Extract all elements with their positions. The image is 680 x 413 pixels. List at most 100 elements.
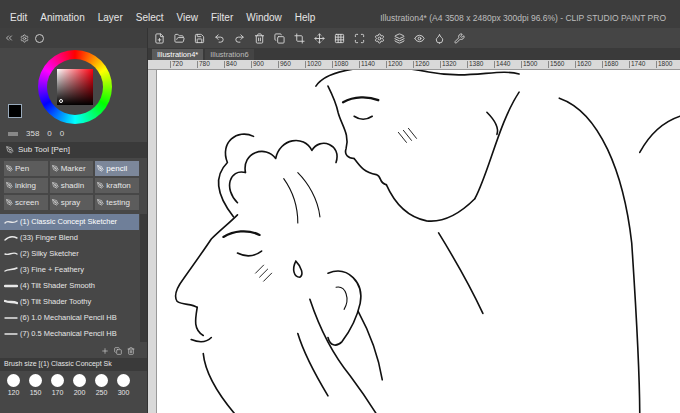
menu-item[interactable]: Window xyxy=(246,10,282,25)
brush-stroke-icon xyxy=(4,232,18,244)
toolbar-icon[interactable] xyxy=(374,33,385,44)
toolbar-icon[interactable] xyxy=(274,33,285,44)
tool-group-button[interactable]: testing xyxy=(95,195,139,210)
add-icon[interactable] xyxy=(101,347,109,355)
ruler-mark: 840 xyxy=(224,61,251,68)
horizontal-ruler: 7207808409009601020108011401200126013201… xyxy=(148,60,680,70)
brush-size-header: Brush size [(1) Classic Concept Sk xyxy=(0,358,147,371)
color-value: 358 xyxy=(26,128,39,140)
trash-icon[interactable] xyxy=(127,347,135,355)
pen-icon xyxy=(6,146,14,154)
menu-item[interactable]: View xyxy=(177,10,199,25)
brush-size-option[interactable]: 170 xyxy=(48,374,67,399)
toolbar-icon[interactable] xyxy=(414,33,425,44)
brush-size-option[interactable]: 150 xyxy=(26,374,45,399)
toolbar-icon[interactable] xyxy=(294,33,305,44)
color-wheel[interactable] xyxy=(38,50,112,124)
tool-group-button[interactable]: Pen xyxy=(4,161,48,176)
toolbar-icon[interactable] xyxy=(154,33,165,44)
main-color-swatch[interactable] xyxy=(8,104,22,118)
tool-group-button[interactable]: spray xyxy=(50,195,94,210)
menu-item[interactable]: Filter xyxy=(211,10,233,25)
canvas-area: Illustration4*Illustration67207808409009… xyxy=(148,28,680,413)
canvas[interactable] xyxy=(157,70,680,413)
ruler-mark: 1380 xyxy=(467,61,494,68)
vertical-ruler xyxy=(148,70,157,413)
ruler-mark: 1320 xyxy=(440,61,467,68)
ruler-mark: 1080 xyxy=(332,61,359,68)
ruler-mark: 720 xyxy=(170,61,197,68)
ruler-mark: 1260 xyxy=(413,61,440,68)
app-window: Edit Animation Layer Select View Filter Window… xyxy=(0,0,680,413)
duplicate-icon[interactable] xyxy=(114,347,122,355)
document-tab[interactable]: Illustration4* xyxy=(152,49,203,60)
ruler-mark: 1140 xyxy=(359,61,386,68)
brush-size-dot xyxy=(7,374,20,387)
toolbar-icon[interactable] xyxy=(454,33,465,44)
brush-size-option[interactable]: 200 xyxy=(70,374,89,399)
brush-size-dot xyxy=(29,374,42,387)
menu-item[interactable]: Edit xyxy=(10,10,27,25)
ruler-mark: 1200 xyxy=(386,61,413,68)
swatch-stack-icon xyxy=(8,132,18,136)
document-tab[interactable]: Illustration6 xyxy=(205,49,253,60)
toolbar-icon[interactable] xyxy=(174,33,185,44)
brush-row[interactable]: (7) 0.5 Mechanical Pencil HB xyxy=(0,326,139,342)
ruler-mark: 1020 xyxy=(305,61,332,68)
pen-icon xyxy=(97,182,104,189)
ruler-mark: 1620 xyxy=(575,61,602,68)
toolbar-icon[interactable] xyxy=(214,33,225,44)
brush-stroke-icon xyxy=(4,216,18,228)
color-tab-icon[interactable] xyxy=(35,34,44,43)
brush-size-option[interactable]: 250 xyxy=(92,374,111,399)
canvas-row xyxy=(148,70,680,413)
workspace: 35800Sub Tool [Pen]PenMarkerpencilinking… xyxy=(0,28,680,413)
ruler-mark: 1500 xyxy=(521,61,548,68)
document-tabs: Illustration4*Illustration6 xyxy=(148,48,680,60)
toolbar-icon[interactable] xyxy=(354,33,365,44)
panel-header xyxy=(0,28,147,48)
brush-row[interactable]: (5) Tilt Shader Toothy xyxy=(0,294,139,310)
tool-group-button[interactable]: pencil xyxy=(95,161,139,176)
menu-item[interactable]: Help xyxy=(295,10,316,25)
ruler-mark: 900 xyxy=(251,61,278,68)
ruler-mark: 1560 xyxy=(548,61,575,68)
brush-row[interactable]: (4) Tilt Shader Smooth xyxy=(0,278,139,294)
menu-item[interactable]: Layer xyxy=(98,10,123,25)
toolbar-icon[interactable] xyxy=(434,33,445,44)
tool-groups: PenMarkerpencil inkingshadinkrafton screen… xyxy=(0,158,147,210)
brush-row[interactable]: (3) Fine + Feathery xyxy=(0,262,139,278)
tool-group-button[interactable]: Marker xyxy=(50,161,94,176)
window-title: Illustration4* (A4 3508 x 2480px 300dpi … xyxy=(380,12,670,25)
toolbar-icon[interactable] xyxy=(334,33,345,44)
color-picker-dot[interactable] xyxy=(59,99,63,103)
brush-row[interactable]: (6) 1.0 Mechanical Pencil HB xyxy=(0,310,139,326)
brush-size-title: Brush size [(1) Classic Concept Sk xyxy=(4,359,112,370)
toolbar-icon[interactable] xyxy=(314,33,325,44)
tool-group-button[interactable]: krafton xyxy=(95,178,139,193)
brush-size-option[interactable]: 300 xyxy=(114,374,133,399)
color-value: 0 xyxy=(47,128,51,140)
pen-icon xyxy=(6,199,13,206)
color-square[interactable] xyxy=(57,69,93,105)
scrollbar[interactable] xyxy=(140,214,147,342)
menu-item[interactable]: Select xyxy=(136,10,164,25)
tool-group-button[interactable]: inking xyxy=(4,178,48,193)
brush-size-option[interactable]: 120 xyxy=(4,374,23,399)
left-panel: 35800Sub Tool [Pen]PenMarkerpencilinking… xyxy=(0,28,148,413)
toolbar-icon[interactable] xyxy=(394,33,405,44)
brush-size-dot xyxy=(51,374,64,387)
panel-settings-icon[interactable] xyxy=(20,34,29,43)
tool-group-button[interactable]: shadin xyxy=(50,178,94,193)
ruler-mark: 960 xyxy=(278,61,305,68)
toolbar-icon[interactable] xyxy=(194,33,205,44)
brush-row[interactable]: (1) Classic Concept Sketcher xyxy=(0,214,139,230)
toolbar-icon[interactable] xyxy=(254,33,265,44)
brush-row[interactable]: (2) Silky Sketcher xyxy=(0,246,139,262)
collapse-icon[interactable] xyxy=(4,33,14,43)
tool-group-button[interactable]: screen xyxy=(4,195,48,210)
menu: Edit Animation Layer Select View Filter Window… xyxy=(10,10,315,25)
menu-item[interactable]: Animation xyxy=(40,10,84,25)
toolbar-icon[interactable] xyxy=(234,33,245,44)
brush-row[interactable]: (33) Finger Blend xyxy=(0,230,139,246)
